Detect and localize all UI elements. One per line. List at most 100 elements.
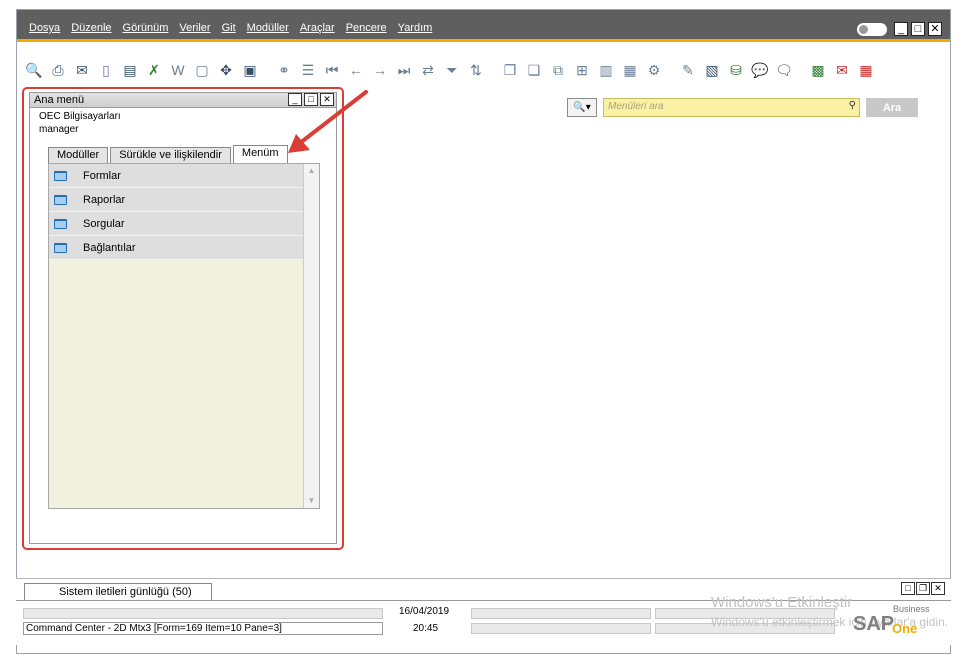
chart-icon[interactable]: ▥ xyxy=(595,59,617,81)
toolbar-icons: 🔍 ⎙ ✉ ▯ ▤ ✗ W ▢ ✥ ▣ ⚭ ☰ ⏮ ← → ⏭ ⇄ ⏷ ⇅ ❐ … xyxy=(23,59,877,81)
activation-watermark-title: Windows'u Etkinleştir xyxy=(711,594,853,611)
refresh-icon[interactable]: ⇄ xyxy=(417,59,439,81)
menu-search-input[interactable]: Menüleri ara ⚲ xyxy=(603,98,860,117)
email-icon[interactable]: ✉ xyxy=(71,59,93,81)
move-icon[interactable]: ✥ xyxy=(215,59,237,81)
paste-icon[interactable]: ❏ xyxy=(523,59,545,81)
first-record-icon[interactable]: ⏮ xyxy=(321,59,343,81)
user-name: manager xyxy=(39,124,79,135)
list-item-label: Formlar xyxy=(83,169,121,182)
folder-icon xyxy=(54,242,67,253)
window-controls: _ □ ✕ xyxy=(857,22,942,36)
menu-items: Dosya Düzenle Görünüm Veriler Git Modüll… xyxy=(29,22,432,34)
menu-duzenle[interactable]: Düzenle xyxy=(71,22,111,34)
scroll-up-icon[interactable]: ▲ xyxy=(304,164,319,178)
tab-moduller[interactable]: Modüller xyxy=(48,147,109,163)
word-icon[interactable]: W xyxy=(167,59,189,81)
grid-icon[interactable]: ▦ xyxy=(855,59,877,81)
calendar-icon[interactable]: ▩ xyxy=(807,59,829,81)
sap-one-label: One xyxy=(892,621,918,636)
panel-maximize-button[interactable]: ❐ xyxy=(916,582,930,595)
previous-record-icon[interactable]: ← xyxy=(345,59,367,81)
duplicate-icon[interactable]: ⧉ xyxy=(547,59,569,81)
main-menu-tabs: Modüller Sürükle ve ilişkilendir Menüm xyxy=(48,145,290,163)
main-menu-title: Ana menü xyxy=(34,94,85,106)
bottom-panel: Sistem iletileri günlüğü (50) □ ❐ ✕ Comm… xyxy=(16,578,951,645)
main-menu-highlight-frame: Ana menü _ □ ✕ OEC Bilgisayarları manage… xyxy=(22,87,344,550)
toolbar: 🔍 ⎙ ✉ ▯ ▤ ✗ W ▢ ✥ ▣ ⚭ ☰ ⏮ ← → ⏭ ⇄ ⏷ ⇅ ❐ … xyxy=(17,45,950,93)
panel-restore-button[interactable]: □ xyxy=(901,582,915,595)
copy-icon[interactable]: ❐ xyxy=(499,59,521,81)
search-button[interactable]: Ara xyxy=(866,98,918,117)
toolbar-separator xyxy=(489,59,497,81)
alert-icon[interactable]: ✉ xyxy=(831,59,853,81)
list-item-formlar[interactable]: Formlar xyxy=(49,164,305,188)
menu-pencere[interactable]: Pencere xyxy=(346,22,387,34)
status-date: 16/04/2019 xyxy=(399,606,450,617)
scroll-down-icon[interactable]: ▼ xyxy=(304,494,319,508)
search-placeholder: Menüleri ara xyxy=(608,101,664,112)
edit-icon[interactable]: ✎ xyxy=(677,59,699,81)
print-icon[interactable]: ⎙ xyxy=(47,59,69,81)
lock-icon[interactable]: ▣ xyxy=(239,59,261,81)
minimize-button[interactable]: _ xyxy=(894,22,908,36)
menum-panel: Formlar Raporlar Sorgular Bağlantılar ▲ … xyxy=(48,163,320,509)
last-record-icon[interactable]: ⏭ xyxy=(393,59,415,81)
tab-surukle[interactable]: Sürükle ve ilişkilendir xyxy=(110,147,231,163)
folder-icon xyxy=(54,194,67,205)
excel-icon[interactable]: ✗ xyxy=(143,59,165,81)
message-icon[interactable]: 💬 xyxy=(749,59,771,81)
status-field xyxy=(23,608,383,619)
list-item-raporlar[interactable]: Raporlar xyxy=(49,188,305,212)
folder-icon xyxy=(54,218,67,229)
main-menu-controls: _ □ ✕ xyxy=(288,93,334,106)
database-icon[interactable]: ⛁ xyxy=(725,59,747,81)
main-menu-minimize-button[interactable]: _ xyxy=(288,93,302,106)
panel-close-button[interactable]: ✕ xyxy=(931,582,945,595)
copy-to-icon[interactable]: ⊞ xyxy=(571,59,593,81)
menu-dosya[interactable]: Dosya xyxy=(29,22,60,34)
binoculars-icon[interactable]: ⚭ xyxy=(273,59,295,81)
menu-araclar[interactable]: Araçlar xyxy=(300,22,335,34)
main-menu-titlebar[interactable]: Ana menü _ □ ✕ xyxy=(30,93,336,108)
system-log-tab[interactable]: Sistem iletileri günlüğü (50) xyxy=(24,583,212,600)
list-item-baglantilar[interactable]: Bağlantılar xyxy=(49,236,305,260)
bottom-panel-controls: □ ❐ ✕ xyxy=(901,582,945,595)
folder-icon xyxy=(54,170,67,181)
new-document-icon[interactable]: ▧ xyxy=(701,59,723,81)
sort-icon[interactable]: ⇅ xyxy=(465,59,487,81)
company-info: OEC Bilgisayarları manager xyxy=(30,108,336,136)
theme-toggle[interactable] xyxy=(857,22,887,36)
toolbar-separator xyxy=(263,59,271,81)
tab-menum[interactable]: Menüm xyxy=(232,145,288,163)
toolbar-separator xyxy=(797,59,805,81)
main-menu-maximize-button[interactable]: □ xyxy=(304,93,318,106)
settings-icon[interactable]: ⚙ xyxy=(643,59,665,81)
menu-gorunum[interactable]: Görünüm xyxy=(123,22,169,34)
fax-icon[interactable]: ▤ xyxy=(119,59,141,81)
maximize-button[interactable]: □ xyxy=(911,22,925,36)
main-menu-window: Ana menü _ □ ✕ OEC Bilgisayarları manage… xyxy=(29,92,337,544)
menu-veriler[interactable]: Veriler xyxy=(179,22,210,34)
menu-yardim[interactable]: Yardım xyxy=(398,22,433,34)
list-item-sorgular[interactable]: Sorgular xyxy=(49,212,305,236)
status-time: 20:45 xyxy=(413,623,439,634)
vertical-scrollbar[interactable]: ▲ ▼ xyxy=(303,164,319,508)
chat-icon[interactable]: 🗨 xyxy=(773,59,795,81)
search-scope-dropdown[interactable]: 🔍▾ xyxy=(567,98,597,117)
preview-icon[interactable]: 🔍 xyxy=(23,59,45,81)
sms-icon[interactable]: ▯ xyxy=(95,59,117,81)
next-record-icon[interactable]: → xyxy=(369,59,391,81)
list-item-label: Raporlar xyxy=(83,193,126,206)
menu-moduller[interactable]: Modüller xyxy=(247,22,289,34)
list-item-label: Bağlantılar xyxy=(83,241,136,254)
pdf-icon[interactable]: ▢ xyxy=(191,59,213,81)
search-icon: ⚲ xyxy=(848,100,856,111)
document-icon[interactable]: ☰ xyxy=(297,59,319,81)
filter-icon[interactable]: ⏷ xyxy=(441,59,463,81)
close-button[interactable]: ✕ xyxy=(928,22,942,36)
table-icon[interactable]: ▦ xyxy=(619,59,641,81)
command-center-status: Command Center - 2D Mtx3 [Form=169 Item=… xyxy=(23,622,383,635)
main-menu-close-button[interactable]: ✕ xyxy=(320,93,334,106)
menu-git[interactable]: Git xyxy=(222,22,236,34)
